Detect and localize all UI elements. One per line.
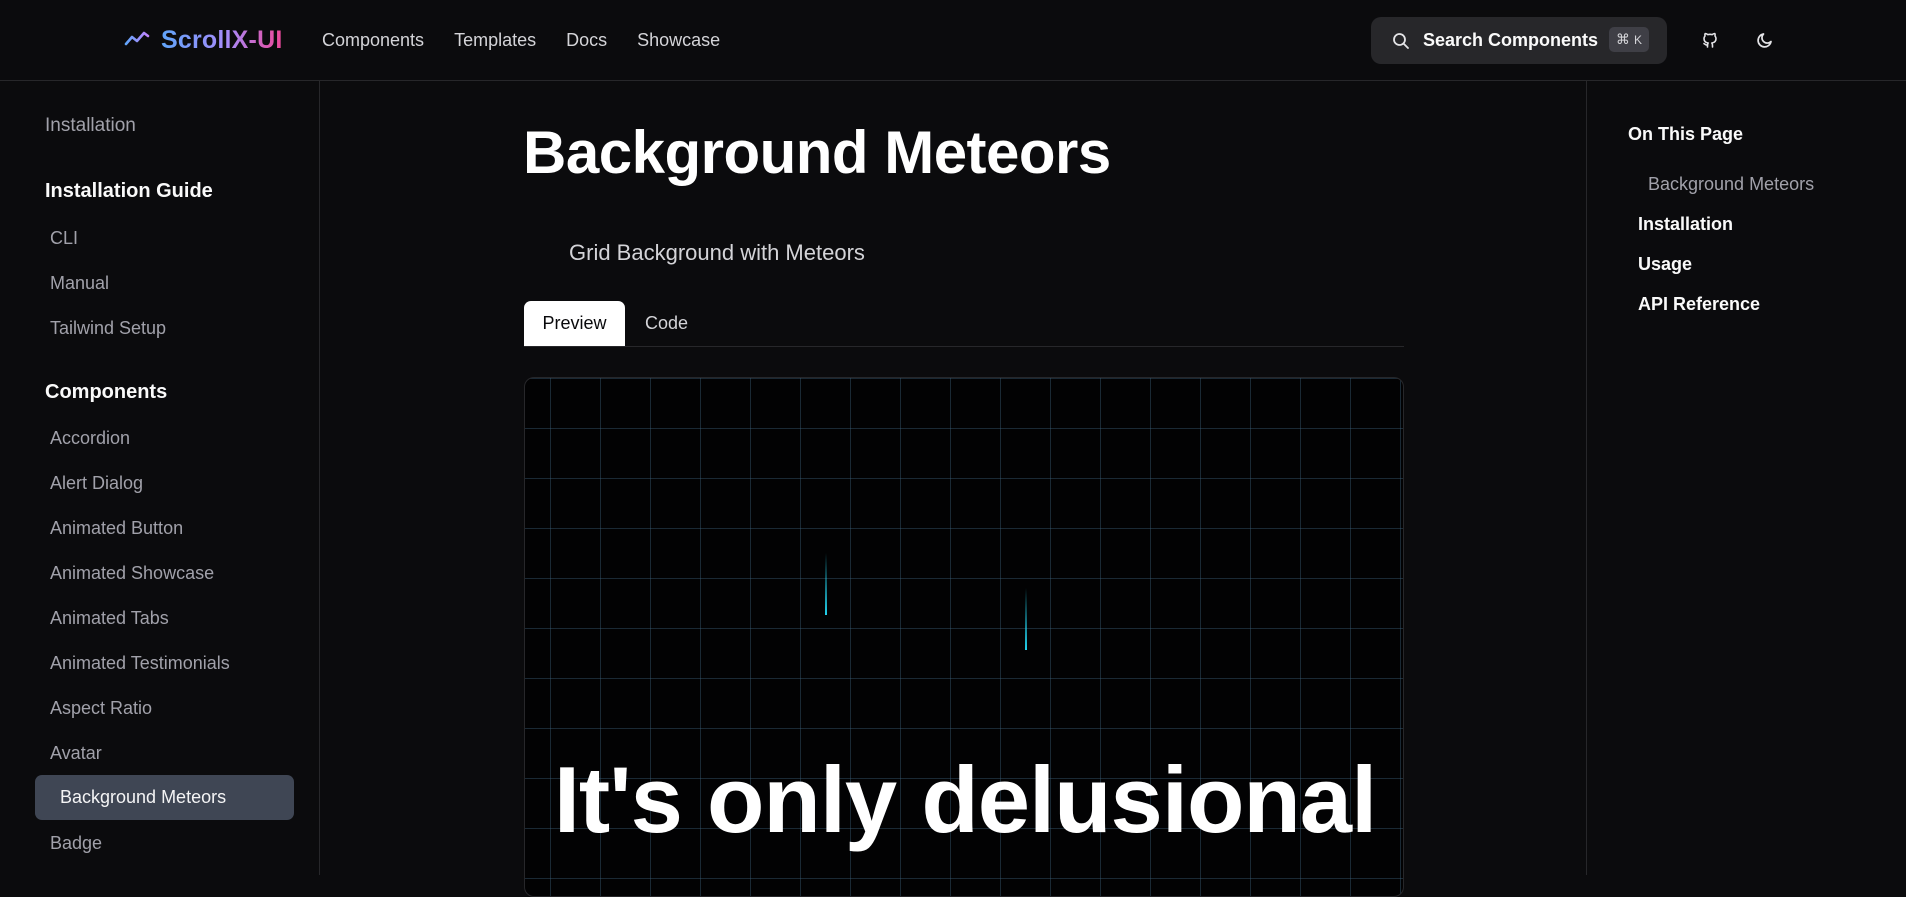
nav-docs[interactable]: Docs	[566, 30, 607, 51]
toc-divider	[1586, 81, 1587, 875]
sidebar-item-accordion[interactable]: Accordion	[50, 428, 130, 449]
meteor	[1025, 588, 1027, 650]
sidebar-item-animated-showcase[interactable]: Animated Showcase	[50, 563, 214, 584]
sidebar-item-background-meteors[interactable]: Background Meteors	[35, 775, 294, 820]
sidebar-item-animated-testimonials[interactable]: Animated Testimonials	[50, 653, 230, 674]
preview-heading: It's only delusional	[553, 747, 1377, 852]
sidebar: Installation Installation Guide CLI Manu…	[0, 81, 320, 875]
sidebar-item-tailwind-setup[interactable]: Tailwind Setup	[50, 318, 166, 339]
sidebar-item-animated-tabs[interactable]: Animated Tabs	[50, 608, 169, 629]
logo[interactable]: ScrollX-UI	[123, 26, 282, 55]
top-nav: Components Templates Docs Showcase	[322, 30, 720, 51]
search-icon	[1393, 32, 1409, 49]
search-button[interactable]: Search Components ⌘ K	[1371, 17, 1667, 64]
tab-code[interactable]: Code	[645, 313, 688, 334]
trending-chart-icon	[124, 31, 150, 52]
sidebar-heading-components: Components	[45, 381, 168, 403]
sidebar-item-aspect-ratio[interactable]: Aspect Ratio	[50, 698, 152, 719]
theme-toggle-button[interactable]	[1752, 27, 1778, 53]
sidebar-item-avatar[interactable]: Avatar	[50, 743, 102, 764]
sidebar-item-animated-button[interactable]: Animated Button	[50, 518, 183, 539]
page-subtitle: Grid Background with Meteors	[569, 240, 865, 265]
top-header: ScrollX-UI Components Templates Docs Sho…	[0, 0, 1906, 81]
sidebar-item-cli[interactable]: CLI	[50, 228, 78, 249]
view-tabs: Preview Code	[524, 301, 1404, 347]
moon-icon	[1757, 33, 1772, 48]
command-icon: ⌘	[1615, 31, 1630, 47]
preview-panel: It's only delusional	[524, 377, 1404, 897]
tab-preview[interactable]: Preview	[524, 301, 625, 346]
sidebar-heading-installation-guide: Installation Guide	[45, 180, 213, 202]
sidebar-item-manual[interactable]: Manual	[50, 273, 109, 294]
toc-title: On This Page	[1628, 124, 1744, 144]
sidebar-installation-link[interactable]: Installation	[45, 115, 136, 137]
search-label: Search Components	[1423, 30, 1599, 50]
nav-components[interactable]: Components	[322, 30, 424, 51]
nav-templates[interactable]: Templates	[454, 30, 536, 51]
sidebar-item-badge[interactable]: Badge	[50, 833, 102, 854]
toc-item-api-reference[interactable]: API Reference	[1638, 294, 1760, 315]
keyboard-shortcut: ⌘ K	[1608, 27, 1649, 52]
logo-text: ScrollX-UI	[161, 26, 283, 54]
meteor	[825, 553, 827, 615]
page-title: Background Meteors	[523, 119, 1111, 186]
toc-item-usage[interactable]: Usage	[1638, 254, 1692, 275]
sidebar-item-alert-dialog[interactable]: Alert Dialog	[50, 473, 143, 494]
toc-item-background-meteors[interactable]: Background Meteors	[1648, 174, 1814, 195]
shortcut-key: K	[1633, 32, 1642, 47]
github-button[interactable]	[1697, 27, 1723, 53]
nav-showcase[interactable]: Showcase	[637, 30, 720, 51]
toc-item-installation[interactable]: Installation	[1638, 214, 1733, 235]
github-icon	[1703, 32, 1717, 48]
